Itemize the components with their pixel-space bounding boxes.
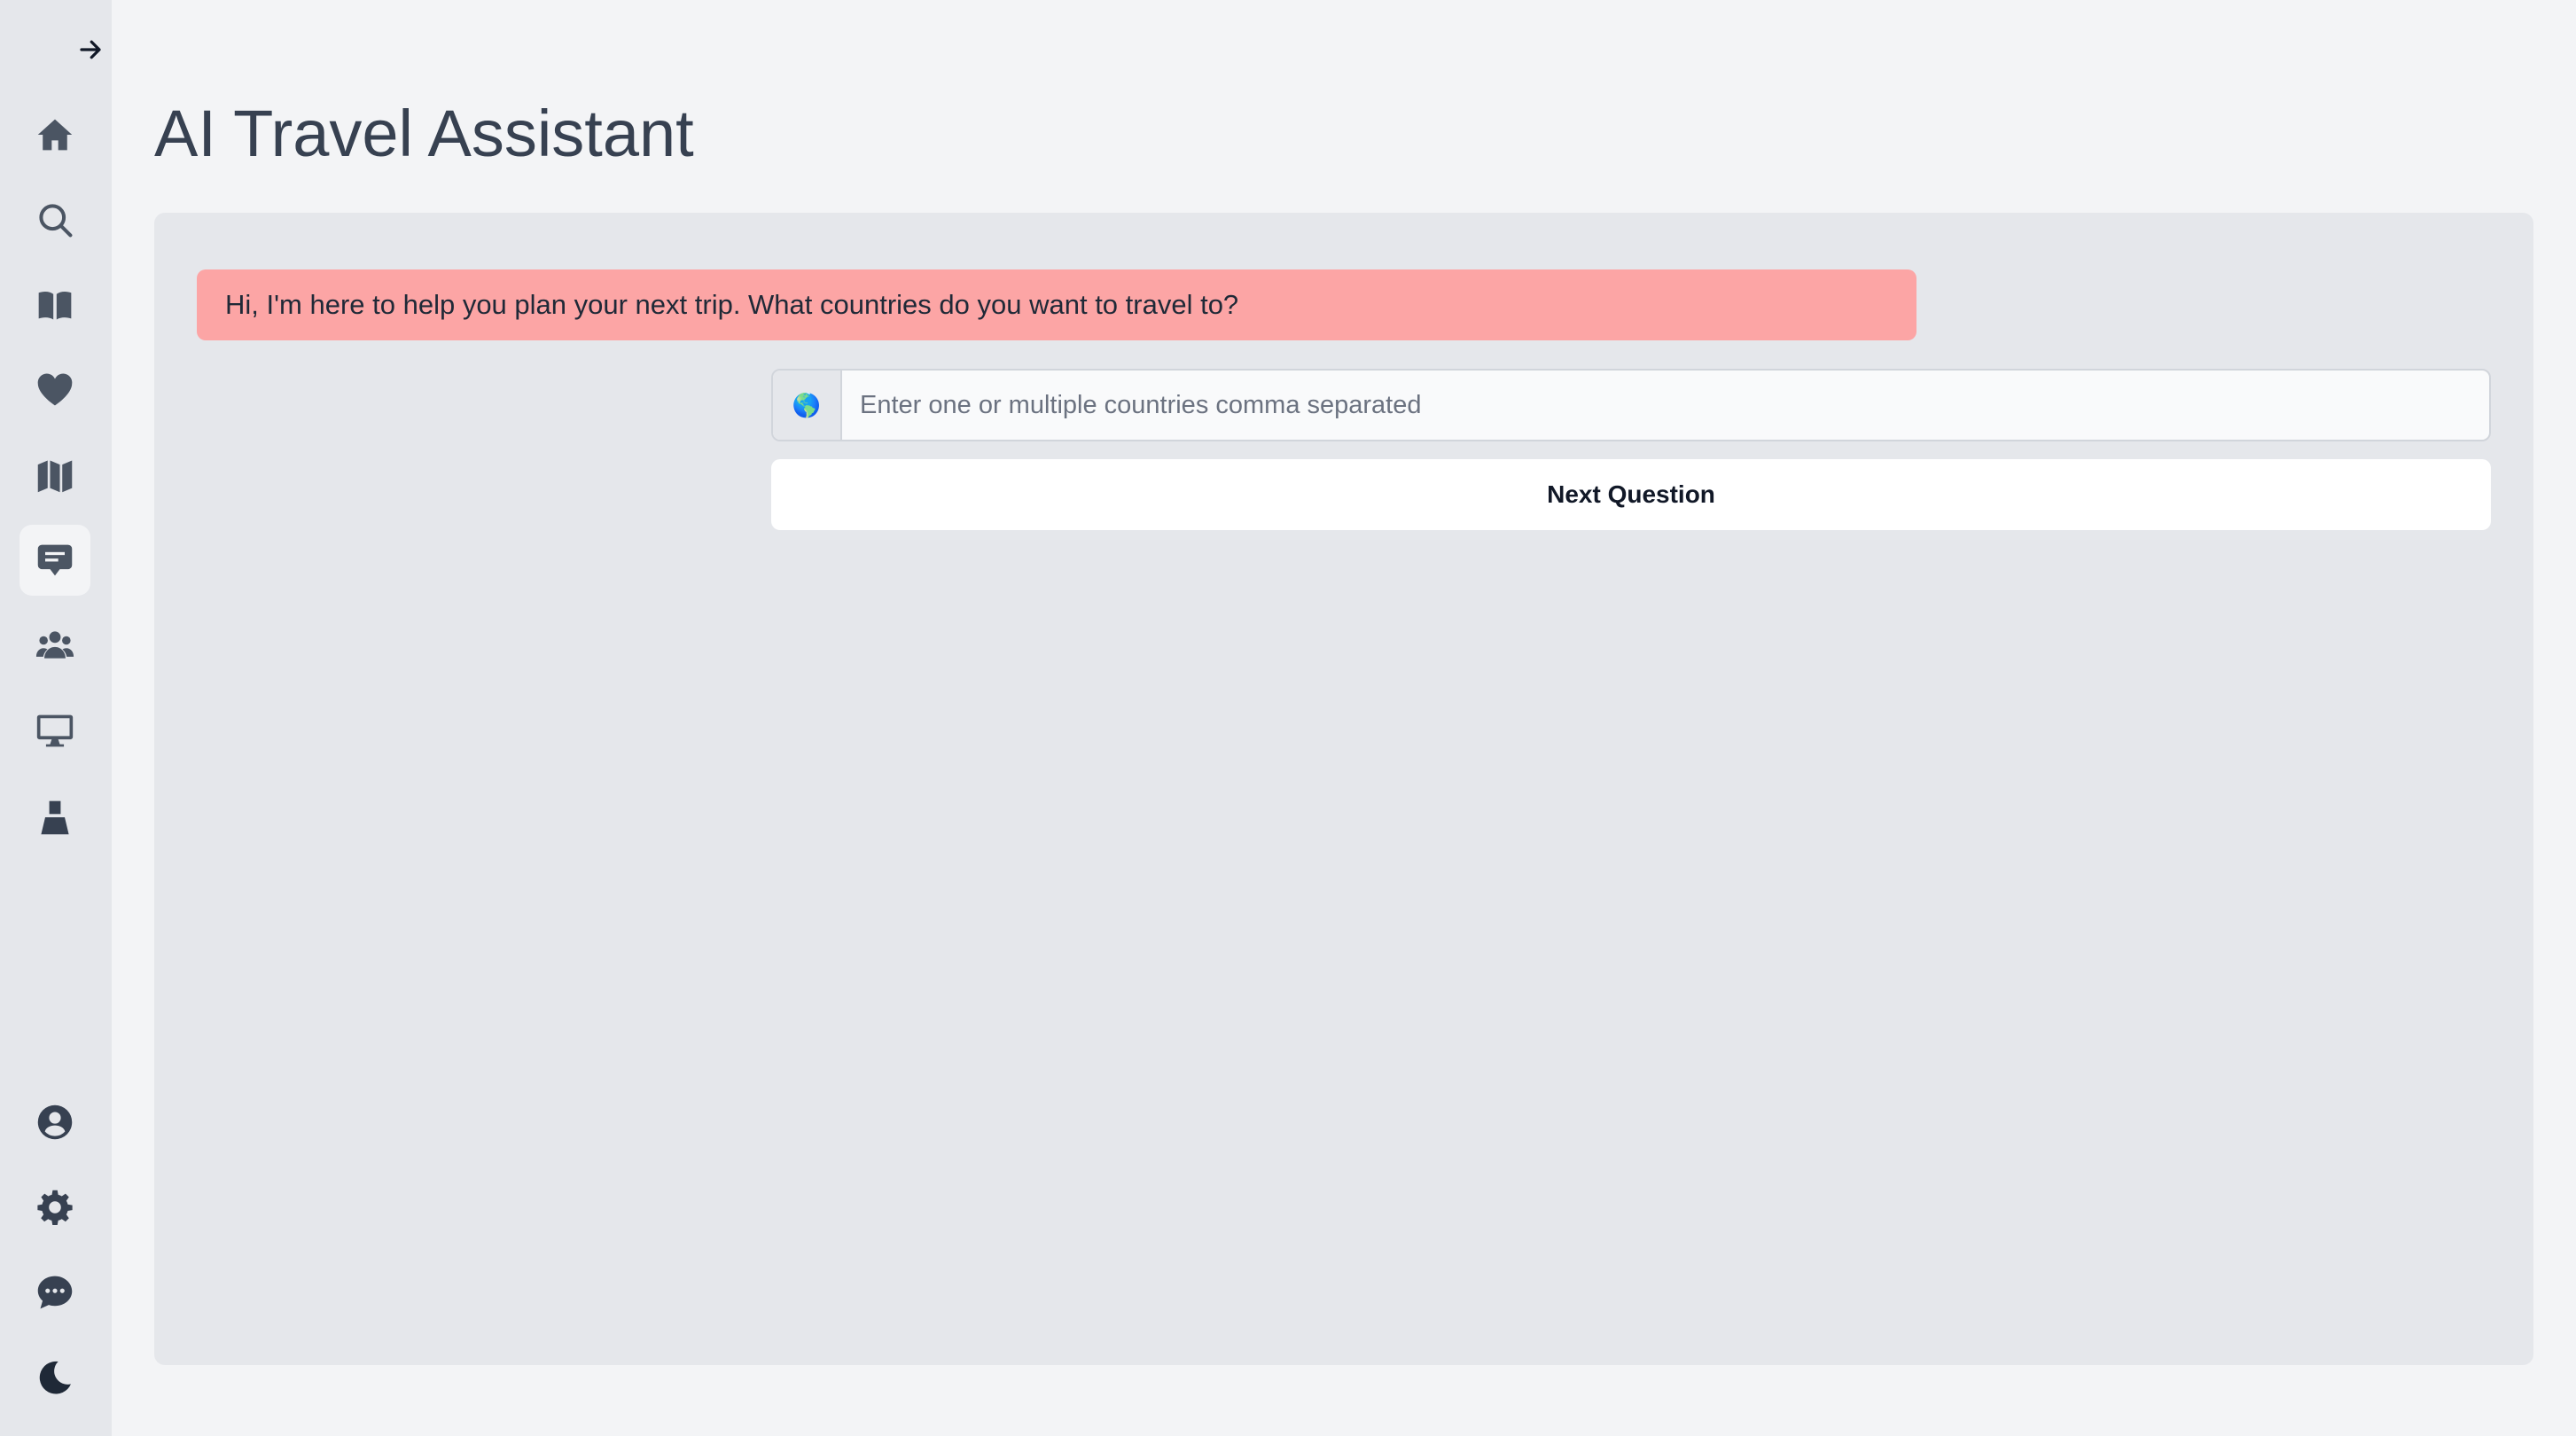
sidebar-item-theme[interactable] bbox=[20, 1342, 90, 1413]
gear-icon bbox=[37, 1190, 73, 1225]
map-icon bbox=[37, 460, 73, 493]
chat-panel: Hi, I'm here to help you plan your next … bbox=[154, 213, 2533, 1365]
profile-icon bbox=[37, 1104, 73, 1140]
sidebar-item-favorites[interactable] bbox=[20, 355, 90, 425]
sidebar-item-profile[interactable] bbox=[20, 1087, 90, 1158]
users-icon bbox=[35, 631, 74, 659]
sidebar-item-search[interactable] bbox=[20, 184, 90, 255]
sidebar-item-settings[interactable] bbox=[20, 1172, 90, 1243]
next-question-button[interactable]: Next Question bbox=[771, 459, 2491, 530]
page-title: AI Travel Assistant bbox=[154, 97, 694, 170]
sidebar-item-feedback[interactable] bbox=[20, 1257, 90, 1328]
home-icon bbox=[37, 119, 73, 151]
arrow-right-icon bbox=[80, 40, 101, 59]
feedback-icon bbox=[37, 1276, 73, 1309]
heart-icon bbox=[37, 373, 73, 406]
assistant-message: Hi, I'm here to help you plan your next … bbox=[197, 269, 1916, 340]
country-input-group: 🌎 bbox=[771, 369, 2491, 441]
countries-input[interactable] bbox=[842, 371, 2489, 440]
moon-icon bbox=[39, 1361, 71, 1394]
sidebar-item-home[interactable] bbox=[20, 99, 90, 170]
sidebar-item-guides[interactable] bbox=[20, 269, 90, 340]
chat-icon bbox=[37, 544, 73, 576]
user-silhouette-icon bbox=[41, 800, 69, 835]
globe-icon: 🌎 bbox=[773, 371, 842, 440]
sidebar-item-presentation[interactable] bbox=[20, 695, 90, 766]
sidebar-item-chat[interactable] bbox=[20, 525, 90, 596]
monitor-icon bbox=[36, 714, 74, 747]
expand-sidebar-button[interactable] bbox=[71, 34, 110, 66]
sidebar bbox=[0, 0, 112, 1436]
book-icon bbox=[38, 292, 72, 320]
sidebar-item-map[interactable] bbox=[20, 440, 90, 511]
search-icon bbox=[39, 204, 73, 238]
sidebar-item-account[interactable] bbox=[20, 782, 90, 853]
sidebar-item-community[interactable] bbox=[20, 610, 90, 681]
